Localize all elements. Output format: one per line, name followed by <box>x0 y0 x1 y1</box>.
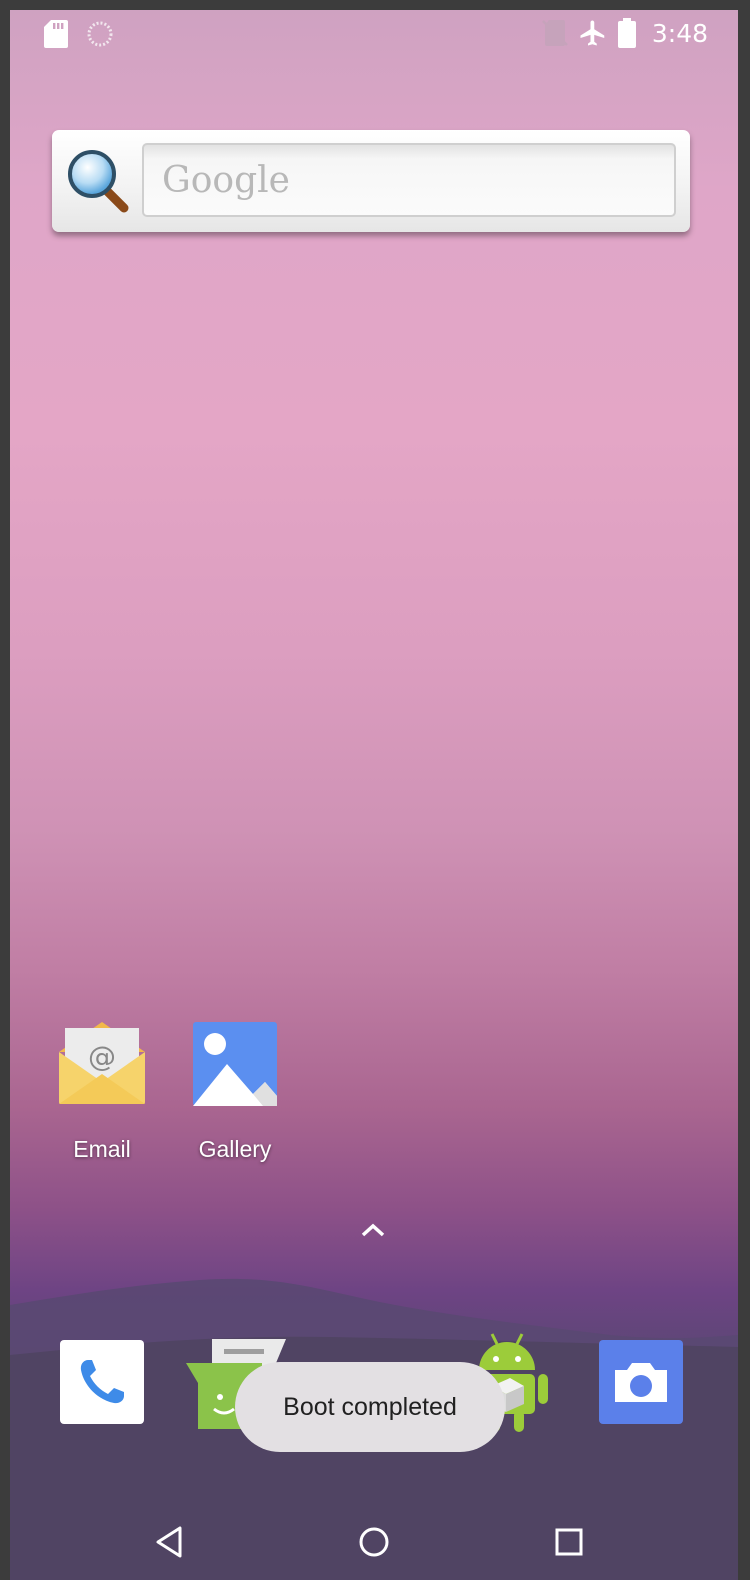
navigation-bar <box>10 1500 738 1580</box>
sync-spinner-icon <box>87 21 113 47</box>
app-drawer-chevron-icon[interactable] <box>358 1220 388 1240</box>
app-gallery-label: Gallery <box>198 1136 272 1162</box>
svg-text:@: @ <box>88 1040 116 1073</box>
home-screen[interactable]: 3:48 Google @ Email Gallery Boot complet… <box>10 10 738 1580</box>
app-email-label: Email <box>73 1136 131 1162</box>
airplane-mode-icon <box>580 20 605 46</box>
battery-icon <box>617 18 636 48</box>
boot-toast: Boot completed <box>235 1362 505 1452</box>
sd-card-icon <box>44 20 68 48</box>
back-icon[interactable] <box>148 1520 192 1564</box>
search-icon[interactable] <box>64 146 134 216</box>
status-clock: 3:48 <box>651 18 708 48</box>
recents-icon[interactable] <box>547 1520 591 1564</box>
search-input[interactable]: Google <box>142 143 676 217</box>
phone-icon[interactable] <box>60 1340 144 1424</box>
camera-icon[interactable] <box>599 1340 683 1424</box>
app-email[interactable]: @ Email <box>37 1018 167 1163</box>
home-icon[interactable] <box>352 1520 396 1564</box>
status-bar[interactable]: 3:48 <box>10 10 738 58</box>
gallery-icon <box>193 1022 277 1106</box>
toast-message: Boot completed <box>283 1392 457 1421</box>
no-sim-icon <box>541 20 568 46</box>
device-frame: 3:48 Google @ Email Gallery Boot complet… <box>0 0 750 1580</box>
google-search-widget[interactable]: Google <box>52 130 690 232</box>
email-icon: @ <box>59 1022 145 1104</box>
app-gallery[interactable]: Gallery <box>170 1022 300 1163</box>
